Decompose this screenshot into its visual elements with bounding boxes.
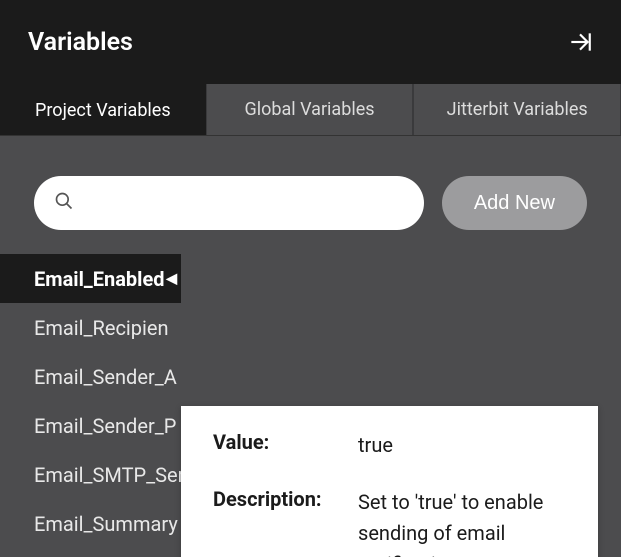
tooltip-description-text: Set to 'true' to enable sending of email… bbox=[358, 487, 566, 557]
tooltip-row-value: Value: true bbox=[213, 430, 566, 461]
tooltip-value-label: Value: bbox=[213, 430, 358, 461]
panel-content: Add New Email_Enabled ◀ Email_Recipien E… bbox=[0, 136, 621, 548]
variable-label: Email_Recipien bbox=[34, 316, 169, 340]
tab-label: Global Variables bbox=[244, 99, 374, 120]
tab-label: Jitterbit Variables bbox=[447, 99, 588, 120]
tab-bar: Project Variables Global Variables Jitte… bbox=[0, 84, 621, 136]
tab-label: Project Variables bbox=[35, 100, 171, 121]
tooltip-row-description: Description: Set to 'true' to enable sen… bbox=[213, 487, 566, 557]
variable-label: Email_Enabled bbox=[34, 267, 165, 291]
search-wrapper bbox=[34, 176, 424, 230]
add-new-button[interactable]: Add New bbox=[442, 176, 587, 230]
toolbar: Add New bbox=[0, 176, 621, 230]
variable-item-email-enabled[interactable]: Email_Enabled ◀ bbox=[0, 254, 181, 303]
panel-header: Variables bbox=[0, 0, 621, 84]
tab-global-variables[interactable]: Global Variables bbox=[206, 84, 414, 135]
variable-label: Email_Summary bbox=[34, 512, 178, 536]
tooltip-value-text: true bbox=[358, 430, 566, 461]
pointer-icon: ◀ bbox=[166, 271, 177, 287]
variable-label: Email_Sender_P bbox=[34, 414, 176, 438]
tab-project-variables[interactable]: Project Variables bbox=[0, 84, 206, 135]
tooltip-description-label: Description: bbox=[213, 487, 358, 557]
variable-label: Email_Sender_A bbox=[34, 365, 177, 389]
variable-details-tooltip: Value: true Description: Set to 'true' t… bbox=[181, 406, 598, 557]
tab-jitterbit-variables[interactable]: Jitterbit Variables bbox=[413, 84, 621, 135]
panel-title: Variables bbox=[28, 28, 133, 57]
variable-item[interactable]: Email_Sender_A bbox=[0, 352, 621, 401]
search-input[interactable] bbox=[34, 176, 424, 230]
variable-item[interactable]: Email_Recipien bbox=[0, 303, 621, 352]
collapse-panel-icon[interactable] bbox=[567, 29, 593, 55]
search-icon bbox=[54, 191, 74, 215]
